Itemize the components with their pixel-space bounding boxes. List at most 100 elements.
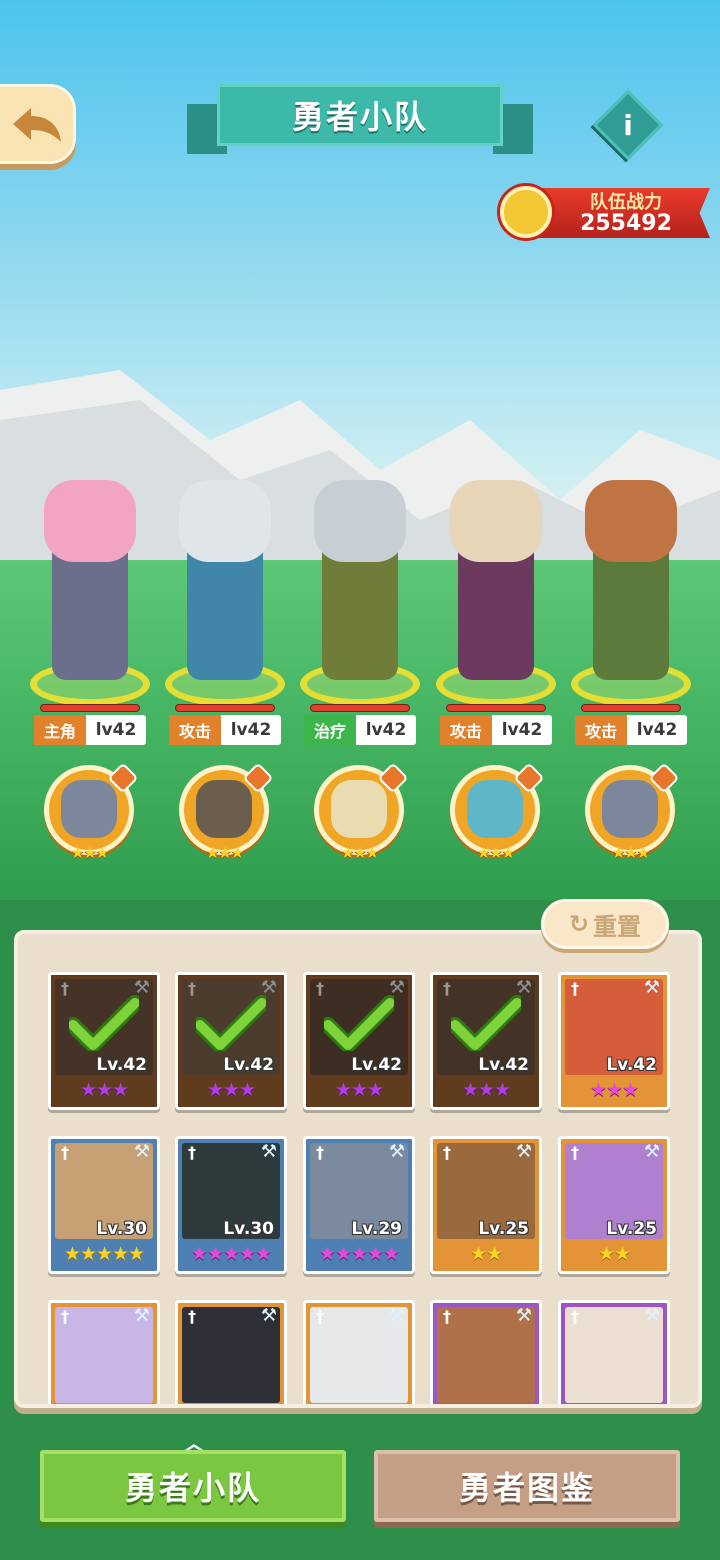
pet-slot[interactable]: ★★★ — [448, 762, 545, 865]
weapon-type-icon: † — [443, 1307, 451, 1326]
hero-card[interactable]: † ⚒ — [175, 1300, 287, 1404]
weapon-type-icon: † — [316, 1143, 324, 1162]
hero-slot[interactable]: 攻击 lv42 — [165, 440, 285, 750]
hammer-icon: ⚒ — [643, 1305, 661, 1326]
hero-head — [314, 480, 406, 562]
hero-role: 主角 — [34, 715, 86, 745]
hero-health-bar — [581, 704, 681, 712]
hero-selection-panel: † ⚒ Lv.42 ★★★ † ⚒ Lv.42 ★★★ † ⚒ Lv.42 ★★… — [14, 930, 702, 1408]
hero-slot[interactable]: 治疗 lv42 — [300, 440, 420, 750]
hero-card[interactable]: † ⚒ Lv.30 ★★★★★ — [175, 1136, 287, 1274]
hammer-icon: ⚒ — [260, 1141, 278, 1162]
hero-card[interactable]: † ⚒ — [48, 1300, 160, 1404]
tab-hero-collection[interactable]: 勇者图鉴 — [374, 1450, 680, 1522]
reset-label: 重置 — [593, 912, 642, 941]
pet-image — [467, 780, 523, 838]
hero-head — [44, 480, 136, 562]
hero-card[interactable]: † ⚒ Lv.42 ★★★ — [303, 972, 415, 1110]
weapon-type-icon: † — [571, 1307, 579, 1326]
hero-card-level: Lv.29 — [351, 1219, 402, 1239]
pet-slot[interactable]: ★★★ — [177, 762, 274, 865]
hero-card[interactable]: † ⚒ — [430, 1300, 542, 1404]
hero-card[interactable]: † ⚒ Lv.42 ★★★ — [430, 972, 542, 1110]
title-banner: 勇者小队 — [187, 84, 533, 154]
hammer-icon: ⚒ — [515, 1141, 533, 1162]
hero-health-bar — [310, 704, 410, 712]
back-arrow-icon — [12, 108, 61, 142]
hero-card-level: Lv.30 — [223, 1219, 274, 1239]
pet-stars: ★★★ — [476, 843, 515, 862]
hero-tag: 主角 lv42 — [34, 715, 146, 745]
hero-card[interactable]: † ⚒ Lv.42 ★★★ — [48, 972, 160, 1110]
hero-card-stars: ★★★ — [206, 1079, 256, 1101]
pet-stars: ★★★ — [611, 843, 650, 862]
pet-image — [331, 780, 387, 838]
hero-card[interactable]: † ⚒ — [558, 1300, 670, 1404]
pet-image — [196, 780, 252, 838]
weapon-type-icon: † — [316, 1307, 324, 1326]
hero-card-level: Lv.25 — [478, 1219, 529, 1239]
hero-card-level: Lv.42 — [351, 1055, 402, 1075]
hero-card-level: Lv.30 — [96, 1219, 147, 1239]
hero-card-stars: ★★★ — [79, 1079, 129, 1101]
hero-card[interactable]: † ⚒ — [303, 1300, 415, 1404]
hero-head — [450, 480, 542, 562]
hammer-icon: ⚒ — [388, 1141, 406, 1162]
weapon-type-icon: † — [61, 1143, 69, 1162]
hero-level: lv42 — [636, 720, 678, 740]
reset-button[interactable]: ↻ 重置 — [541, 899, 669, 949]
pet-stars: ★★★ — [70, 843, 109, 862]
pet-slot[interactable]: ★★★ — [312, 762, 409, 865]
info-icon: i — [623, 108, 633, 142]
hero-card-stars: ★★★★★ — [63, 1243, 145, 1265]
hero-card-level: Lv.42 — [223, 1055, 274, 1075]
page-title: 勇者小队 — [217, 84, 503, 146]
team-power-badge: 队伍战力 255492 — [500, 180, 714, 242]
hero-level: lv42 — [230, 720, 272, 740]
hero-tag: 治疗 lv42 — [304, 715, 416, 745]
pet-image — [602, 780, 658, 838]
hammer-icon: ⚒ — [643, 977, 661, 998]
hero-card-stars: ★★★ — [589, 1079, 639, 1101]
hero-slot[interactable]: 攻击 lv42 — [571, 440, 691, 750]
hero-card-level: Lv.25 — [606, 1219, 657, 1239]
hero-level: lv42 — [501, 720, 543, 740]
hero-slot[interactable]: 主角 lv42 — [30, 440, 150, 750]
chevron-up-icon: ︿ — [182, 1432, 205, 1457]
pet-stars: ★★★ — [205, 843, 244, 862]
hero-card[interactable]: † ⚒ Lv.29 ★★★★★ — [303, 1136, 415, 1274]
hero-card[interactable]: † ⚒ Lv.42 ★★★ — [558, 972, 670, 1110]
hero-card-level: Lv.42 — [96, 1055, 147, 1075]
hero-head — [585, 480, 677, 562]
hero-card[interactable]: † ⚒ Lv.42 ★★★ — [175, 972, 287, 1110]
hero-card[interactable]: † ⚒ Lv.25 ★★ — [430, 1136, 542, 1274]
hero-head — [179, 480, 271, 562]
hammer-icon: ⚒ — [388, 1305, 406, 1326]
hero-card[interactable]: † ⚒ Lv.25 ★★ — [558, 1136, 670, 1274]
hero-role: 攻击 — [440, 715, 492, 745]
hero-card[interactable]: † ⚒ Lv.30 ★★★★★ — [48, 1136, 160, 1274]
hero-card-stars: ★★★ — [334, 1079, 384, 1101]
hero-card-stars: ★★ — [469, 1243, 503, 1265]
reset-icon: ↻ — [568, 910, 590, 938]
pet-slot[interactable]: ★★★ — [583, 762, 680, 865]
hero-card-stars: ★★★★★ — [190, 1243, 272, 1265]
checkmark-icon — [69, 995, 139, 1051]
hero-health-bar — [40, 704, 140, 712]
weapon-type-icon: † — [571, 979, 579, 998]
weapon-type-icon: † — [61, 1307, 69, 1326]
pet-image — [61, 780, 117, 838]
hero-card-stars: ★★ — [597, 1243, 631, 1265]
tab-hero-team[interactable]: 勇者小队 — [40, 1450, 346, 1522]
hero-tag: 攻击 lv42 — [440, 715, 552, 745]
weapon-type-icon: † — [571, 1143, 579, 1162]
hero-card-stars: ★★★ — [461, 1079, 511, 1101]
hero-card-level: Lv.42 — [478, 1055, 529, 1075]
hero-card-level: Lv.42 — [606, 1055, 657, 1075]
hero-level: lv42 — [95, 720, 137, 740]
pet-slot[interactable]: ★★★ — [42, 762, 139, 865]
hero-slot[interactable]: 攻击 lv42 — [436, 440, 556, 750]
checkmark-icon — [324, 995, 394, 1051]
weapon-type-icon: † — [188, 1143, 196, 1162]
back-button[interactable] — [0, 84, 76, 164]
